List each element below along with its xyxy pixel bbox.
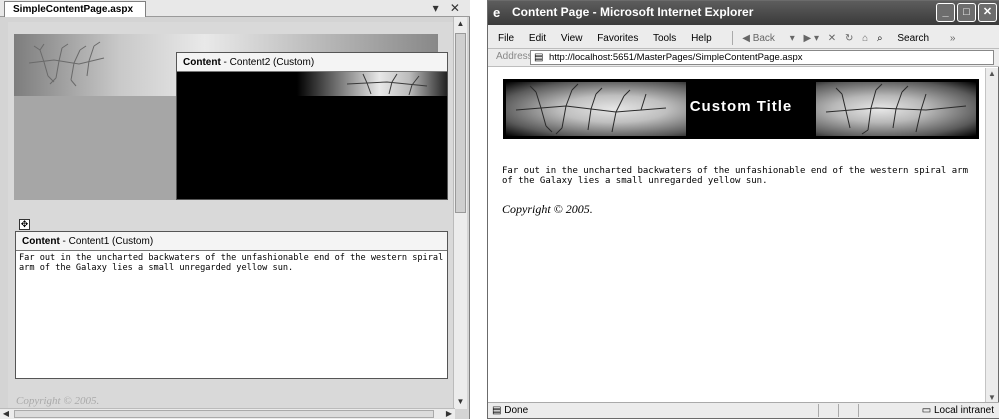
- toolbar-overflow-icon[interactable]: »: [950, 33, 956, 44]
- browser-window: e Content Page - Microsoft Internet Expl…: [487, 0, 999, 419]
- status-divider: [838, 404, 839, 417]
- scroll-right-icon[interactable]: ▶: [443, 408, 455, 419]
- toolbar-divider: [732, 31, 734, 45]
- content2-region[interactable]: Content - Content2 (Custom): [176, 52, 448, 200]
- minimize-button[interactable]: _: [936, 3, 955, 22]
- back-button[interactable]: ◀ Back ▾: [742, 33, 795, 44]
- designer-vscroll-thumb[interactable]: [455, 33, 466, 213]
- browser-viewport: Custom Title Far out in the uncharted ba…: [488, 68, 986, 404]
- scroll-down-icon[interactable]: ▼: [454, 395, 467, 409]
- designer-copyright: Copyright © 2005.: [16, 395, 100, 407]
- page-title: Custom Title: [689, 98, 793, 115]
- fractal-icon: [346, 73, 428, 96]
- status-divider: [858, 404, 859, 417]
- content1-label-bold: Content: [22, 236, 60, 247]
- browser-title: Content Page - Microsoft Internet Explor…: [512, 5, 754, 19]
- refresh-button[interactable]: ↻: [845, 33, 853, 44]
- home-button[interactable]: ⌂: [862, 33, 868, 44]
- scroll-up-icon[interactable]: ▲: [986, 68, 998, 80]
- status-text: Done: [504, 405, 529, 416]
- designer-tab-bar: SimpleContentPage.aspx ▾ ✕: [0, 0, 470, 17]
- ie-logo-icon: e: [493, 5, 501, 20]
- content1-label: - Content1 (Custom): [59, 236, 154, 247]
- content2-header: Content - Content2 (Custom): [177, 53, 447, 72]
- browser-menu-bar: File Edit View Favorites Tools Help ◀ Ba…: [488, 25, 999, 49]
- search-icon: ⌕: [876, 32, 883, 44]
- page-icon: ▤: [534, 52, 544, 63]
- window-buttons: _ □ ✕: [934, 3, 997, 22]
- menu-tools[interactable]: Tools: [653, 33, 676, 44]
- designer-vertical-scrollbar[interactable]: ▲ ▼: [453, 17, 467, 409]
- menu-help[interactable]: Help: [691, 33, 712, 44]
- tab-controls[interactable]: ▾ ✕: [433, 1, 464, 15]
- tab-simplecontentpage[interactable]: SimpleContentPage.aspx: [4, 1, 147, 17]
- close-button[interactable]: ✕: [978, 3, 997, 22]
- back-label: Back: [752, 32, 775, 44]
- menu-edit[interactable]: Edit: [529, 33, 546, 44]
- content1-header: Content - Content1 (Custom): [16, 232, 447, 251]
- intranet-icon: ▭: [921, 405, 932, 416]
- stop-button[interactable]: ✕: [828, 33, 836, 44]
- page-copyright: Copyright © 2005.: [502, 202, 593, 216]
- status-bar: ▤ Done ▭ Local intranet: [488, 402, 999, 418]
- status-page-icon: ▤: [492, 405, 502, 416]
- address-field[interactable]: ▤ http://localhost:5651/MasterPages/Simp…: [530, 50, 994, 65]
- content2-label: - Content2 (Custom): [220, 57, 315, 68]
- page-body-text: Far out in the uncharted backwaters of t…: [502, 166, 968, 186]
- browser-title-bar[interactable]: e Content Page - Microsoft Internet Expl…: [488, 1, 999, 25]
- designer-hscroll-thumb[interactable]: [14, 410, 434, 418]
- search-button[interactable]: ⌕ Search: [877, 33, 941, 44]
- content2-banner-image: [297, 72, 447, 96]
- scroll-left-icon[interactable]: ◀: [0, 408, 12, 419]
- move-handle-icon[interactable]: ✥: [19, 219, 30, 230]
- zone-label: Local intranet: [933, 405, 994, 416]
- menu-file[interactable]: File: [498, 33, 514, 44]
- fractal-icon: [28, 41, 105, 87]
- menu-view[interactable]: View: [561, 33, 583, 44]
- content1-region[interactable]: Content - Content1 (Custom) Far out in t…: [15, 231, 448, 379]
- forward-button[interactable]: ▶ ▾: [804, 33, 820, 44]
- security-zone: ▭ Local intranet: [922, 405, 994, 416]
- search-label: Search: [897, 32, 930, 44]
- browser-vertical-scrollbar[interactable]: ▲ ▼: [985, 68, 998, 404]
- content1-text[interactable]: Far out in the uncharted backwaters of t…: [16, 251, 447, 275]
- address-label: Address: [496, 51, 533, 62]
- designer-window: SimpleContentPage.aspx ▾ ✕ Content - Con…: [0, 0, 470, 419]
- scroll-up-icon[interactable]: ▲: [454, 17, 467, 31]
- maximize-button[interactable]: □: [957, 3, 976, 22]
- content2-label-bold: Content: [183, 57, 221, 68]
- menu-favorites[interactable]: Favorites: [597, 33, 638, 44]
- page-banner: Custom Title: [503, 79, 979, 139]
- designer-horizontal-scrollbar[interactable]: ◀ ▶: [0, 408, 455, 419]
- address-bar: Address ▤ http://localhost:5651/MasterPa…: [488, 49, 999, 67]
- master-left-area: [14, 96, 176, 200]
- address-url[interactable]: http://localhost:5651/MasterPages/Simple…: [549, 52, 803, 63]
- status-divider: [818, 404, 819, 417]
